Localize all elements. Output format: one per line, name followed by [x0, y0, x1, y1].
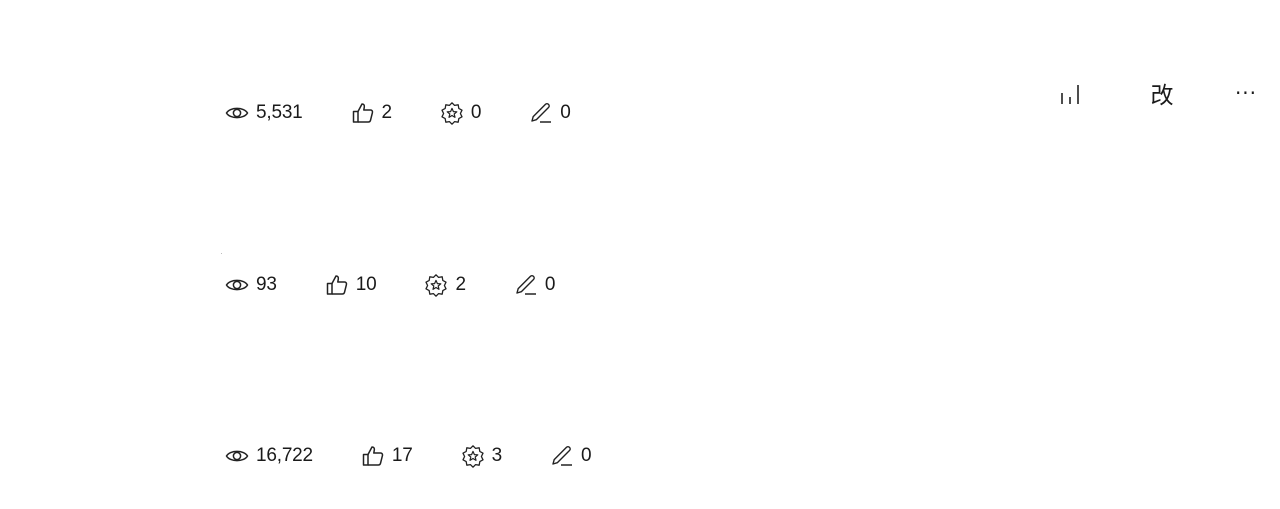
- post-stats-row: 93 10 2 0: [225, 273, 555, 297]
- views-stat[interactable]: 93: [225, 273, 277, 297]
- comments-count: 0: [581, 445, 592, 466]
- likes-stat[interactable]: 2: [351, 101, 392, 125]
- comments-count: 0: [544, 274, 556, 295]
- likes-count: 17: [391, 445, 413, 466]
- thumbs-up-icon: [362, 446, 384, 466]
- pen-icon: [531, 103, 552, 123]
- star-badge-icon: [425, 274, 448, 297]
- more-options-button[interactable]: ···: [1230, 78, 1262, 108]
- comments-stat[interactable]: 0: [550, 444, 592, 468]
- likes-count: 2: [381, 102, 393, 123]
- views-stat[interactable]: 5,531: [225, 101, 303, 125]
- comments-count: 0: [560, 102, 571, 123]
- likes-stat[interactable]: 10: [325, 273, 377, 297]
- post-stats-row: 16,722 17 3 0: [225, 444, 592, 468]
- post-stats-row: 5,531 2 0 0: [225, 101, 571, 125]
- likes-stat[interactable]: 17: [361, 444, 413, 468]
- eye-icon: [225, 107, 249, 119]
- star-badge-icon: [441, 102, 463, 125]
- stray-dot: [221, 253, 222, 254]
- views-count: 93: [256, 274, 277, 295]
- edit-button[interactable]: 改: [1145, 78, 1179, 109]
- views-stat[interactable]: 16,722: [225, 444, 313, 468]
- favorites-count: 3: [491, 445, 503, 466]
- post-toolbar: 改 ···: [1050, 78, 1270, 109]
- views-count: 5,531: [256, 102, 303, 123]
- favorites-stat[interactable]: 0: [440, 101, 482, 125]
- comments-stat[interactable]: 0: [529, 101, 571, 125]
- eye-icon: [225, 279, 249, 291]
- stats-button[interactable]: [1056, 78, 1084, 108]
- bar-chart-icon: [1061, 85, 1079, 104]
- likes-count: 10: [355, 274, 377, 295]
- favorites-stat[interactable]: 3: [461, 444, 502, 468]
- favorites-count: 0: [470, 102, 482, 123]
- favorites-count: 2: [455, 274, 466, 295]
- eye-icon: [225, 450, 249, 462]
- favorites-stat[interactable]: 2: [424, 273, 466, 297]
- pen-icon: [516, 275, 536, 295]
- comments-stat[interactable]: 0: [514, 273, 555, 297]
- thumbs-up-icon: [352, 103, 373, 123]
- star-badge-icon: [462, 445, 484, 468]
- thumbs-up-icon: [326, 275, 347, 295]
- page: 改 ··· 5,531 2 0 0 93 10 2 0 16,722 17 3 …: [0, 0, 1280, 509]
- views-count: 16,722: [256, 445, 313, 466]
- pen-icon: [552, 446, 573, 466]
